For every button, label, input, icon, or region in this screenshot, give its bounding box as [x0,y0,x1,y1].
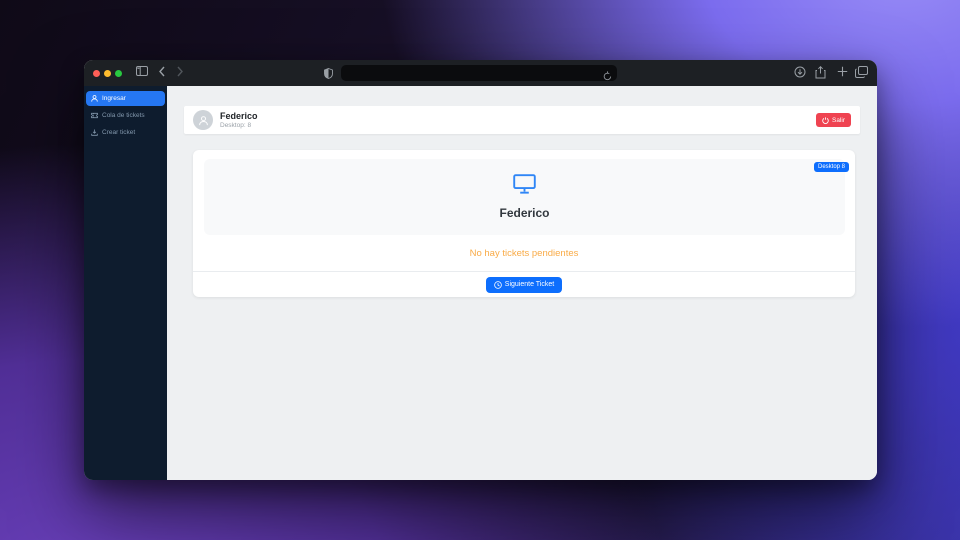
empty-state-row: No hay tickets pendientes [193,235,855,271]
main-content: Federico Desktop: 8 Salir Desktop 8 [167,86,877,480]
back-icon[interactable] [158,66,166,77]
share-icon[interactable] [815,66,826,79]
person-icon [198,115,209,126]
logout-label: Salir [832,117,845,124]
browser-titlebar [84,60,877,86]
logout-button[interactable]: Salir [816,113,851,127]
card-footer: Siguiente Ticket [193,271,855,297]
sidebar-item-label: Crear ticket [102,129,135,136]
ticket-card: Desktop 8 Federico No hay tickets pendie… [193,150,855,297]
reload-icon[interactable] [603,68,612,86]
monitor-icon [513,174,536,199]
downloads-icon[interactable] [794,66,806,78]
forward-icon[interactable] [176,66,184,77]
app-sidebar: Ingresar Cola de tickets Crear ticket [84,86,167,480]
user-name: Federico [220,111,258,121]
card-hero: Federico [204,159,845,235]
sidebar-item-ingresar[interactable]: Ingresar [86,91,165,106]
next-ticket-label: Siguiente Ticket [505,281,554,288]
sidebar-item-crear-ticket[interactable]: Crear ticket [86,125,165,140]
user-meta: Federico Desktop: 8 [220,111,258,130]
clock-icon [494,281,502,289]
sidebar-toggle-icon[interactable] [136,66,148,76]
user-desktop-label: Desktop: 8 [220,122,258,129]
privacy-shield-icon[interactable] [324,66,333,84]
address-bar[interactable] [341,65,617,81]
desktop-badge: Desktop 8 [814,162,849,172]
sidebar-item-label: Ingresar [102,95,126,102]
person-icon [91,95,98,102]
desktop-user-title: Federico [499,206,549,220]
minimize-window-button[interactable] [104,70,111,77]
no-pending-tickets-message: No hay tickets pendientes [470,248,579,259]
create-ticket-icon [91,129,98,136]
ticket-icon [91,112,98,119]
new-tab-icon[interactable] [837,66,848,77]
sidebar-item-cola-de-tickets[interactable]: Cola de tickets [86,108,165,123]
tab-overview-icon[interactable] [855,66,868,78]
browser-window: Ingresar Cola de tickets Crear ticket [84,60,877,480]
sidebar-item-label: Cola de tickets [102,112,145,119]
zoom-window-button[interactable] [115,70,122,77]
user-header-bar: Federico Desktop: 8 Salir [184,106,860,134]
next-ticket-button[interactable]: Siguiente Ticket [486,277,562,293]
avatar [193,110,213,130]
power-icon [822,117,829,124]
close-window-button[interactable] [93,70,100,77]
